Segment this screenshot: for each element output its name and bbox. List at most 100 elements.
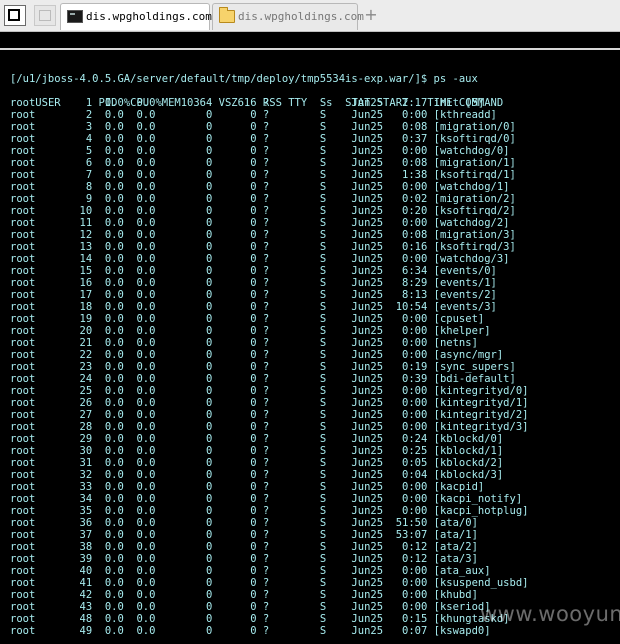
cell-mem: 0.0 — [123, 505, 156, 517]
cell-vsz: 0 — [155, 121, 213, 133]
cell-time: 53:07 — [383, 529, 428, 541]
cell-rss: 0 — [212, 373, 257, 385]
cell-pid: 35 — [35, 505, 93, 517]
process-row: root 1 0.0 0.0 10364 616 ? Ss Jun25 2:17… — [10, 97, 484, 109]
new-tab-button[interactable]: + — [364, 4, 378, 26]
cell-tty: ? — [256, 349, 320, 361]
cell-pid: 36 — [35, 517, 93, 529]
cell-rss: 0 — [212, 625, 257, 637]
cell-stat: S — [319, 553, 346, 565]
cell-start: Jun25 — [345, 493, 384, 505]
cell-cpu: 0.0 — [92, 289, 124, 301]
cell-stat: S — [319, 577, 346, 589]
cell-user: root — [10, 601, 36, 613]
cell-rss: 0 — [212, 121, 257, 133]
cell-start: Jun25 — [345, 529, 384, 541]
cell-rss: 0 — [212, 169, 257, 181]
cell-tty: ? — [256, 409, 320, 421]
cell-vsz: 0 — [155, 601, 213, 613]
cell-vsz: 0 — [155, 217, 213, 229]
secondary-window-button[interactable] — [34, 5, 56, 26]
process-row: root 29 0.0 0.0 0 0 ? S Jun25 0:24 [kblo… — [10, 433, 503, 445]
cell-user: root — [10, 565, 36, 577]
cell-user: root — [10, 385, 36, 397]
cell-stat: S — [319, 349, 346, 361]
cell-start: Jun25 — [345, 313, 384, 325]
cell-rss: 0 — [212, 109, 257, 121]
cell-pid: 39 — [35, 553, 93, 565]
cell-start: Jun25 — [345, 301, 384, 313]
cell-rss: 0 — [212, 193, 257, 205]
cell-user: root — [10, 433, 36, 445]
cell-tty: ? — [256, 121, 320, 133]
cell-user: root — [10, 457, 36, 469]
cell-user: root — [10, 325, 36, 337]
cell-user: root — [10, 469, 36, 481]
process-row: root 13 0.0 0.0 0 0 ? S Jun25 0:16 [ksof… — [10, 241, 516, 253]
cell-user: root — [10, 217, 36, 229]
cell-time: 0:39 — [383, 373, 428, 385]
cell-command: [kthreadd] — [427, 109, 497, 121]
cell-command: [ata/0] — [427, 517, 478, 529]
cell-pid: 25 — [35, 385, 93, 397]
terminal-window-button[interactable] — [4, 5, 26, 26]
cell-pid: 22 — [35, 349, 93, 361]
cell-rss: 0 — [212, 541, 257, 553]
cell-stat: S — [319, 265, 346, 277]
cell-cpu: 0.0 — [92, 613, 124, 625]
tab-file-manager[interactable]: dis.wpgholdings.com — [212, 3, 364, 30]
cell-cpu: 0.0 — [92, 229, 124, 241]
cell-mem: 0.0 — [123, 181, 156, 193]
cell-start: Jun25 — [345, 505, 384, 517]
cell-start: Jun25 — [345, 541, 384, 553]
cell-tty: ? — [256, 217, 320, 229]
cell-time: 0:12 — [383, 541, 428, 553]
cell-start: Jun25 — [345, 337, 384, 349]
cell-pid: 48 — [35, 613, 93, 625]
cell-mem: 0.0 — [123, 385, 156, 397]
cell-cpu: 0.0 — [92, 109, 124, 121]
cell-pid: 11 — [35, 217, 93, 229]
cell-vsz: 0 — [155, 589, 213, 601]
cell-start: Jun25 — [345, 253, 384, 265]
tab-label: dis.wpgholdings.com — [238, 10, 364, 23]
cell-pid: 17 — [35, 289, 93, 301]
cell-vsz: 0 — [155, 325, 213, 337]
cell-pid: 40 — [35, 565, 93, 577]
cell-start: Jun25 — [345, 565, 384, 577]
tab-terminal[interactable]: dis.wpgholdings.com — [60, 3, 212, 30]
cell-user: root — [10, 361, 36, 373]
cell-user: root — [10, 613, 36, 625]
cell-time: 0:12 — [383, 553, 428, 565]
cell-rss: 0 — [212, 265, 257, 277]
terminal-top-area — [0, 32, 620, 48]
cell-command: [kacpid] — [427, 481, 485, 493]
cell-user: root — [10, 229, 36, 241]
cell-start: Jun25 — [345, 277, 384, 289]
terminal-output[interactable]: [/u1/jboss-4.0.5.GA/server/default/tmp/d… — [0, 50, 620, 644]
cell-user: root — [10, 253, 36, 265]
cell-vsz: 0 — [155, 577, 213, 589]
cell-mem: 0.0 — [123, 253, 156, 265]
cell-command: [kswapd0] — [427, 625, 491, 637]
cell-start: Jun25 — [345, 553, 384, 565]
cell-rss: 0 — [212, 577, 257, 589]
cell-tty: ? — [256, 229, 320, 241]
cell-stat: S — [319, 469, 346, 481]
cell-pid: 24 — [35, 373, 93, 385]
cell-stat: S — [319, 145, 346, 157]
cell-start: Jun25 — [345, 577, 384, 589]
process-row: root 40 0.0 0.0 0 0 ? S Jun25 0:00 [ata_… — [10, 565, 491, 577]
cell-vsz: 0 — [155, 505, 213, 517]
cell-cpu: 0.0 — [92, 97, 124, 109]
cell-command: [migration/0] — [427, 121, 516, 133]
cell-start: Jun25 — [345, 145, 384, 157]
cell-cpu: 0.0 — [92, 601, 124, 613]
cell-command: [ksoftirqd/0] — [427, 133, 516, 145]
cell-vsz: 0 — [155, 469, 213, 481]
process-row: root 32 0.0 0.0 0 0 ? S Jun25 0:04 [kblo… — [10, 469, 503, 481]
cell-pid: 37 — [35, 529, 93, 541]
cell-tty: ? — [256, 253, 320, 265]
cell-cpu: 0.0 — [92, 505, 124, 517]
cell-tty: ? — [256, 445, 320, 457]
